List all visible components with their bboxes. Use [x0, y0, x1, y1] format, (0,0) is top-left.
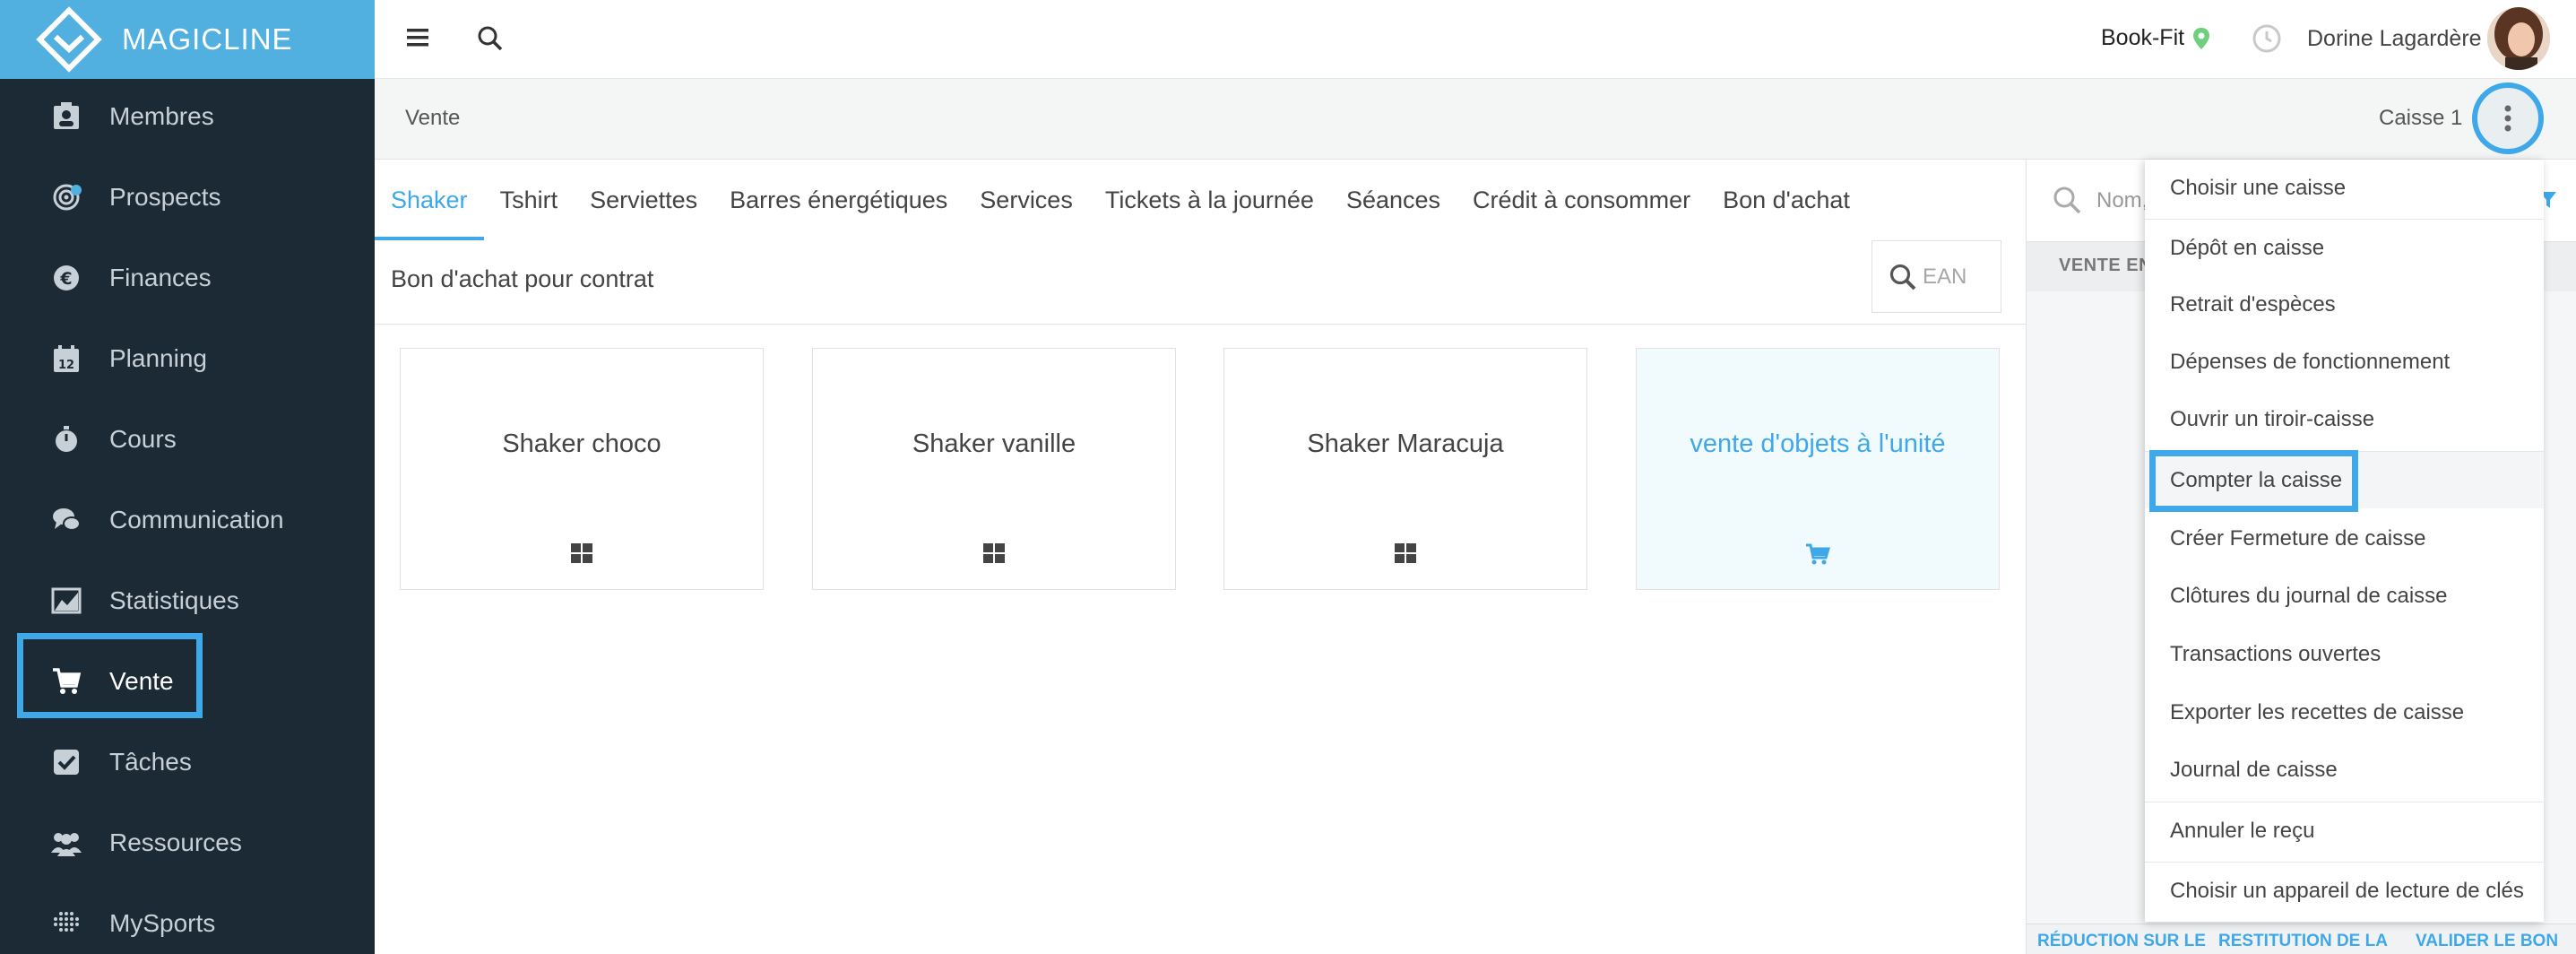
menu-item-create-closing[interactable]: Créer Fermeture de caisse	[2145, 510, 2544, 568]
highlight-box	[17, 633, 203, 718]
sidebar-item-mysports[interactable]: MySports	[0, 883, 375, 954]
product-card[interactable]: Shaker Maracuja	[1223, 348, 1587, 590]
tab-tickets[interactable]: Tickets à la journée	[1089, 160, 1330, 240]
product-name: vente d'objets à l'unité	[1690, 429, 1946, 458]
menu-item-choose-key-reader[interactable]: Choisir un appareil de lecture de clés	[2145, 862, 2544, 919]
magicline-logo-icon	[36, 6, 102, 73]
hamburger-menu-icon[interactable]	[407, 27, 430, 53]
tab-serviettes[interactable]: Serviettes	[574, 160, 713, 240]
tab-barres-energetiques[interactable]: Barres énergétiques	[713, 160, 964, 240]
avatar[interactable]	[2487, 7, 2550, 70]
sidebar-item-label: Statistiques	[109, 586, 239, 614]
search-placeholder: Nom,	[2096, 188, 2148, 212]
sidebar-item-label: Cours	[109, 425, 177, 453]
tab-services[interactable]: Services	[964, 160, 1089, 240]
discount-button[interactable]: RÉDUCTION SUR LE	[2037, 932, 2206, 951]
product-name: Shaker choco	[502, 429, 661, 458]
menu-item-cash-journal[interactable]: Journal de caisse	[2145, 742, 2544, 799]
sidebar-item-prospects[interactable]: Prospects	[0, 157, 375, 238]
grid-icon	[571, 543, 592, 568]
more-options-button[interactable]	[2472, 82, 2544, 154]
grid-icon	[1395, 543, 1416, 568]
stopwatch-icon	[50, 423, 82, 455]
svg-text:€: €	[59, 269, 72, 289]
clock-icon[interactable]	[2252, 23, 2282, 58]
search-icon	[1889, 264, 1916, 290]
sidebar-nav: Membres Prospects € Finances 12 Planning…	[0, 76, 375, 954]
tab-bon-achat[interactable]: Bon d'achat	[1707, 160, 1866, 240]
menu-item-deposit[interactable]: Dépôt en caisse	[2145, 219, 2544, 276]
cart-actions: RÉDUCTION SUR LE RESTITUTION DE LA VALID…	[2027, 924, 2576, 954]
app-logo[interactable]: MAGICLINE	[0, 0, 375, 79]
calendar-icon: 12	[50, 343, 82, 375]
product-name: Shaker Maracuja	[1307, 429, 1504, 458]
sidebar-item-communication[interactable]: Communication	[0, 480, 375, 560]
product-name: Shaker vanille	[912, 429, 1076, 458]
sidebar-item-label: Ressources	[109, 828, 242, 856]
studio-name[interactable]: Book-Fit	[2101, 25, 2184, 51]
sidebar: MAGICLINE Membres Prospects € Finances 1…	[0, 0, 375, 954]
sidebar-item-planning[interactable]: 12 Planning	[0, 318, 375, 399]
tab-tshirt[interactable]: Tshirt	[484, 160, 575, 240]
kebab-menu-icon	[2504, 105, 2511, 132]
sidebar-item-label: Planning	[109, 344, 207, 372]
product-card-single-items[interactable]: vente d'objets à l'unité	[1636, 348, 2000, 590]
euro-coin-icon: €	[50, 262, 82, 294]
tab-bon-achat-contrat[interactable]: Bon d'achat pour contrat	[391, 265, 653, 293]
menu-item-open-transactions[interactable]: Transactions ouvertes	[2145, 626, 2544, 683]
ean-placeholder: EAN	[1923, 264, 1967, 289]
refund-button[interactable]: RESTITUTION DE LA	[2218, 932, 2388, 951]
grid-icon	[983, 543, 1005, 568]
product-card[interactable]: Shaker vanille	[812, 348, 1176, 590]
tab-credit[interactable]: Crédit à consommer	[1457, 160, 1707, 240]
sidebar-item-label: MySports	[109, 909, 216, 937]
breadcrumb: Vente	[405, 106, 461, 130]
chat-bubbles-icon	[50, 504, 82, 536]
svg-text:12: 12	[58, 359, 74, 372]
highlight-box	[2149, 450, 2358, 512]
category-tabs: Shaker Tshirt Serviettes Barres énergéti…	[375, 160, 2026, 325]
menu-item-journal-closings[interactable]: Clôtures du journal de caisse	[2145, 568, 2544, 625]
validate-voucher-button[interactable]: VALIDER LE BON	[2416, 932, 2558, 951]
sidebar-item-label: Communication	[109, 506, 284, 533]
sidebar-item-label: Prospects	[109, 183, 221, 211]
sidebar-item-membres[interactable]: Membres	[0, 76, 375, 157]
product-card[interactable]: Shaker choco	[400, 348, 764, 590]
sidebar-item-statistiques[interactable]: Statistiques	[0, 560, 375, 641]
user-name[interactable]: Dorine Lagardère	[2307, 26, 2482, 52]
sidebar-item-cours[interactable]: Cours	[0, 399, 375, 480]
register-name: Caisse 1	[2379, 106, 2463, 130]
menu-item-export-revenue[interactable]: Exporter les recettes de caisse	[2145, 684, 2544, 742]
menu-item-cash-withdrawal[interactable]: Retrait d'espèces	[2145, 276, 2544, 334]
top-bar: Book-Fit Dorine Lagardère	[375, 0, 2576, 79]
sidebar-item-label: Finances	[109, 264, 212, 291]
search-icon[interactable]	[477, 25, 504, 56]
page-header: Vente Caisse 1	[375, 79, 2576, 160]
search-icon	[2053, 186, 2081, 214]
dots-grid-icon	[50, 907, 82, 940]
tab-shaker[interactable]: Shaker	[375, 160, 484, 240]
sidebar-item-label: Membres	[109, 102, 214, 130]
area-chart-icon	[50, 585, 82, 617]
sidebar-item-taches[interactable]: Tâches	[0, 722, 375, 802]
sidebar-item-label: Tâches	[109, 748, 192, 776]
checkbox-icon	[50, 746, 82, 778]
ean-search-input[interactable]: EAN	[1871, 240, 2001, 313]
app-name: MAGICLINE	[122, 22, 293, 56]
notification-dot	[71, 185, 82, 195]
menu-item-open-drawer[interactable]: Ouvrir un tiroir-caisse	[2145, 391, 2544, 448]
cart-header-label: VENTE EN	[2059, 256, 2153, 275]
people-icon	[50, 827, 82, 859]
cart-icon	[1805, 543, 1831, 569]
sidebar-item-ressources[interactable]: Ressources	[0, 802, 375, 883]
register-options-menu: Choisir une caisse Dépôt en caisse Retra…	[2145, 160, 2544, 922]
menu-item-operating-expenses[interactable]: Dépenses de fonctionnement	[2145, 334, 2544, 391]
menu-item-cancel-receipt[interactable]: Annuler le reçu	[2145, 802, 2544, 859]
menu-item-choose-register[interactable]: Choisir une caisse	[2145, 160, 2544, 217]
tab-seances[interactable]: Séances	[1330, 160, 1457, 240]
sidebar-item-finances[interactable]: € Finances	[0, 238, 375, 318]
location-pin-icon	[2192, 27, 2210, 55]
member-card-icon	[50, 100, 82, 133]
